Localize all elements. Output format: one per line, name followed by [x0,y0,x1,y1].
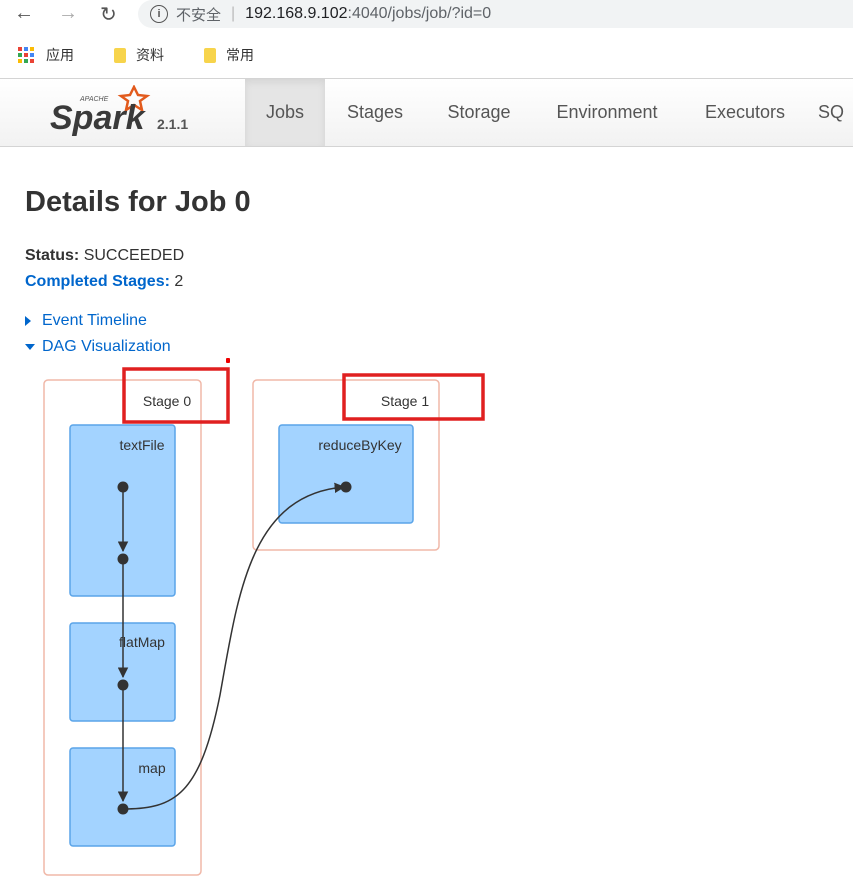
expand-arrow-icon [25,316,31,326]
logo-spark-text: Spark [50,99,147,137]
completed-stages-line: Completed Stages: 2 [25,273,183,291]
spark-version: 2.1.1 [157,116,189,132]
browser-chrome: ← → ↻ i 不安全 | 192.168.9.102:4040/jobs/jo… [0,0,853,76]
insecure-label: 不安全 [176,6,222,24]
bookmark-apps[interactable]: 应用 [18,45,74,65]
tab-executors[interactable]: Executors [690,79,800,146]
tab-jobs[interactable]: Jobs [245,79,325,146]
info-icon[interactable]: i [150,5,168,23]
url-path: :4040/jobs/job/?id=0 [347,5,492,22]
dag-node[interactable] [117,553,129,565]
forward-icon[interactable]: → [58,2,78,25]
op-reducebykey-label: reduceByKey [318,437,401,453]
dag-graph: Stage 0 Stage 1 textFile flatMap map red… [43,367,485,876]
address-separator: | [231,5,236,22]
op-textfile-label: textFile [119,437,164,453]
status-value: SUCCEEDED [83,247,185,264]
op-flatmap-label: flatMap [119,634,165,650]
folder-icon [204,47,216,63]
reload-icon[interactable]: ↻ [100,2,117,27]
folder-icon [114,47,126,63]
op-map-label: map [138,760,165,776]
bookmark-folder[interactable]: 资料 [114,45,164,65]
dag-node[interactable] [117,679,129,691]
apps-grid-icon [18,47,34,63]
address-bar[interactable]: i 不安全 | 192.168.9.102:4040/jobs/job/?id=… [138,0,853,28]
dag-node[interactable] [117,481,129,493]
dag-node[interactable] [340,481,352,493]
bookmark-label: 资料 [136,47,164,63]
tab-sql[interactable]: SQ [818,79,853,146]
status-label: Status: [25,247,80,264]
page-title: Details for Job 0 [25,186,251,218]
bookmarks-bar: 应用 资料 常用 [0,40,254,70]
completed-stages-link[interactable]: Completed Stages: [25,273,170,290]
tab-stages[interactable]: Stages [330,79,420,146]
event-timeline-toggle[interactable]: Event Timeline [25,312,147,330]
stage-0-label: Stage 0 [143,393,191,409]
dag-visualization-label: DAG Visualization [42,338,171,355]
dag-node[interactable] [117,803,129,815]
completed-stages-value: 2 [174,273,184,290]
tab-storage[interactable]: Storage [432,79,526,146]
bookmark-label: 常用 [226,47,254,63]
url-host: 192.168.9.102 [245,5,348,22]
stage-1-label: Stage 1 [381,393,429,409]
bookmark-folder[interactable]: 常用 [204,45,254,65]
bookmark-label: 应用 [46,47,74,63]
collapse-arrow-icon [25,344,35,350]
spark-navbar: APACHE Spark 2.1.1 Jobs Stages Storage E… [0,78,853,147]
tab-environment[interactable]: Environment [540,79,674,146]
spark-logo[interactable]: APACHE Spark [50,85,160,140]
back-icon[interactable]: ← [14,2,34,25]
event-timeline-label: Event Timeline [42,312,147,329]
status-line: Status: SUCCEEDED [25,247,184,265]
dag-visualization-toggle[interactable]: DAG Visualization [25,338,171,356]
